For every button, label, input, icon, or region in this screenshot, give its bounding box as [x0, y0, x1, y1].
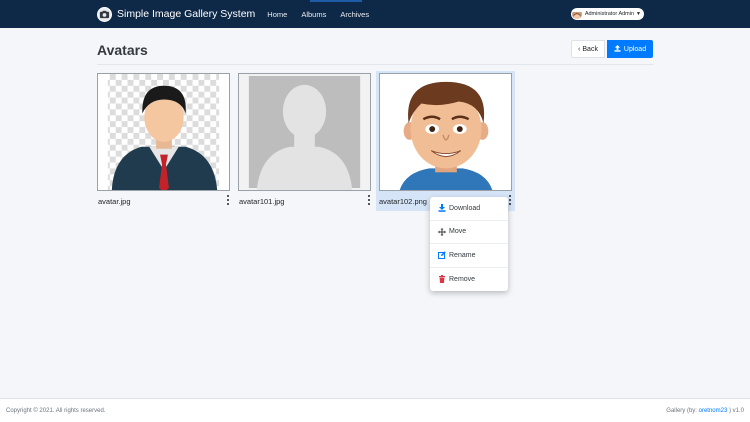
trash-icon — [438, 275, 446, 284]
camera-icon — [97, 6, 112, 22]
active-nav-indicator — [310, 0, 362, 2]
upload-button[interactable]: Upload — [607, 40, 653, 58]
menu-item-label: Move — [449, 228, 467, 236]
image-name: avatar101.jpg — [239, 197, 285, 206]
chevron-left-icon: ‹ — [578, 45, 581, 53]
avatar — [571, 9, 582, 19]
gallery-item[interactable]: avatar101.jpg — [238, 71, 374, 211]
user-menu-button[interactable]: Administrator Admin ▼ — [570, 8, 644, 20]
header-divider — [97, 64, 653, 65]
menu-item-download[interactable]: Download — [430, 197, 508, 221]
more-options-icon[interactable] — [367, 195, 371, 205]
image-thumbnail[interactable] — [97, 73, 230, 191]
image-name: avatar.jpg — [98, 197, 131, 206]
image-options-menu: Download Move Rename Remove — [430, 197, 508, 291]
upload-icon — [614, 44, 621, 54]
upload-button-label: Upload — [623, 45, 647, 53]
more-options-icon[interactable] — [226, 195, 230, 205]
footer: Copyright © 2021. All rights reserved. G… — [0, 398, 750, 422]
menu-item-label: Rename — [449, 251, 476, 259]
footer-credit: Gallery (by: oretnom23 ) v1.0 — [666, 407, 744, 414]
menu-item-label: Download — [449, 204, 481, 212]
caret-down-icon: ▼ — [636, 11, 641, 17]
nav-links: Home Albums Archives — [267, 10, 383, 19]
gallery-item[interactable]: avatar.jpg — [97, 71, 233, 211]
menu-item-move[interactable]: Move — [430, 221, 508, 244]
menu-item-rename[interactable]: Rename — [430, 244, 508, 268]
back-button-label: Back — [582, 45, 598, 53]
brand-name: Simple Image Gallery System — [117, 8, 256, 20]
image-thumbnail[interactable] — [379, 73, 512, 191]
image-name: avatar102.png — [379, 197, 427, 206]
more-options-icon[interactable] — [508, 195, 512, 205]
author-link[interactable]: oretnom23 — [699, 408, 728, 414]
brand[interactable]: Simple Image Gallery System — [97, 6, 256, 22]
menu-item-remove[interactable]: Remove — [430, 268, 508, 292]
menu-item-label: Remove — [449, 275, 476, 283]
user-name: Administrator Admin — [584, 11, 635, 17]
image-thumbnail[interactable] — [238, 73, 371, 191]
footer-copyright: Copyright © 2021. All rights reserved. — [6, 407, 106, 414]
back-button[interactable]: ‹ Back — [571, 40, 605, 58]
edit-icon — [438, 251, 446, 260]
nav-link-albums[interactable]: Albums — [301, 10, 326, 19]
nav-link-archives[interactable]: Archives — [340, 10, 369, 19]
page-title: Avatars — [97, 42, 148, 58]
download-icon — [438, 204, 446, 213]
nav-link-home[interactable]: Home — [267, 10, 287, 19]
move-icon — [438, 227, 446, 236]
gallery-item-selected[interactable]: avatar102.png — [376, 71, 515, 211]
top-navbar: Simple Image Gallery System Home Albums … — [0, 0, 750, 28]
